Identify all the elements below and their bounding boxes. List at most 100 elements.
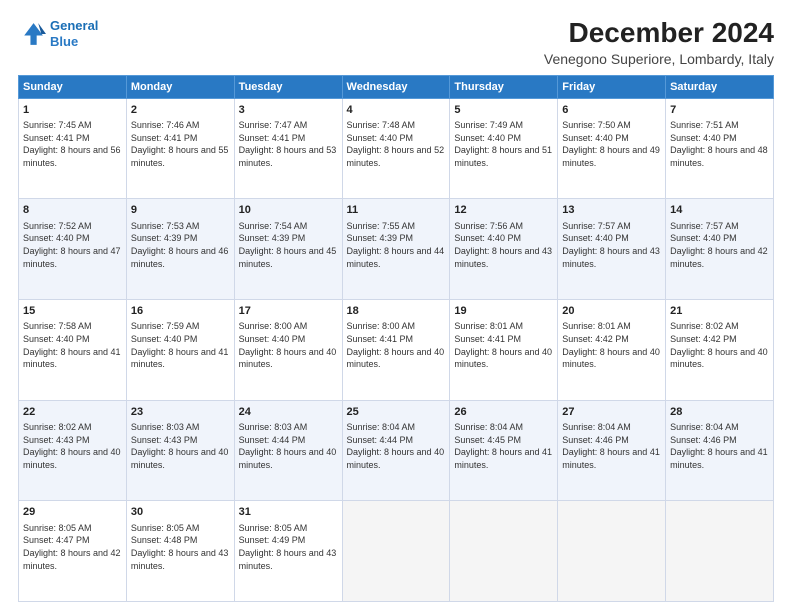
sunrise-label: Sunrise: 8:04 AM bbox=[562, 422, 631, 432]
day-number: 25 bbox=[347, 405, 446, 420]
sunrise-label: Sunrise: 7:49 AM bbox=[454, 120, 523, 130]
sunset-label: Sunset: 4:40 PM bbox=[239, 334, 306, 344]
day-number: 23 bbox=[131, 405, 230, 420]
page: General Blue December 2024 Venegono Supe… bbox=[0, 0, 792, 612]
col-friday: Friday bbox=[558, 75, 666, 98]
table-row: 19 Sunrise: 8:01 AM Sunset: 4:41 PM Dayl… bbox=[450, 300, 558, 401]
day-number: 27 bbox=[562, 405, 661, 420]
sunset-label: Sunset: 4:48 PM bbox=[131, 535, 198, 545]
sunrise-label: Sunrise: 8:03 AM bbox=[131, 422, 200, 432]
sunrise-label: Sunrise: 8:05 AM bbox=[239, 523, 308, 533]
sunrise-label: Sunrise: 7:54 AM bbox=[239, 221, 308, 231]
table-row: 22 Sunrise: 8:02 AM Sunset: 4:43 PM Dayl… bbox=[19, 400, 127, 501]
daylight-label: Daylight: 8 hours and 52 minutes. bbox=[347, 145, 445, 168]
table-row bbox=[450, 501, 558, 602]
logo-icon bbox=[18, 20, 46, 48]
sunset-label: Sunset: 4:41 PM bbox=[23, 133, 90, 143]
sunrise-label: Sunrise: 8:00 AM bbox=[239, 321, 308, 331]
day-number: 20 bbox=[562, 304, 661, 319]
table-row bbox=[342, 501, 450, 602]
daylight-label: Daylight: 8 hours and 45 minutes. bbox=[239, 246, 337, 269]
daylight-label: Daylight: 8 hours and 49 minutes. bbox=[562, 145, 660, 168]
sunrise-label: Sunrise: 7:46 AM bbox=[131, 120, 200, 130]
sunset-label: Sunset: 4:40 PM bbox=[347, 133, 414, 143]
sunrise-label: Sunrise: 8:01 AM bbox=[454, 321, 523, 331]
sunset-label: Sunset: 4:39 PM bbox=[347, 233, 414, 243]
day-number: 21 bbox=[670, 304, 769, 319]
sunset-label: Sunset: 4:39 PM bbox=[239, 233, 306, 243]
col-saturday: Saturday bbox=[666, 75, 774, 98]
day-number: 19 bbox=[454, 304, 553, 319]
table-row: 28 Sunrise: 8:04 AM Sunset: 4:46 PM Dayl… bbox=[666, 400, 774, 501]
sunrise-label: Sunrise: 7:45 AM bbox=[23, 120, 92, 130]
sunset-label: Sunset: 4:40 PM bbox=[23, 233, 90, 243]
sunset-label: Sunset: 4:40 PM bbox=[23, 334, 90, 344]
table-row bbox=[666, 501, 774, 602]
daylight-label: Daylight: 8 hours and 42 minutes. bbox=[23, 548, 121, 571]
sunrise-label: Sunrise: 8:04 AM bbox=[670, 422, 739, 432]
daylight-label: Daylight: 8 hours and 43 minutes. bbox=[131, 548, 229, 571]
day-number: 9 bbox=[131, 203, 230, 218]
sunset-label: Sunset: 4:46 PM bbox=[562, 435, 629, 445]
sunset-label: Sunset: 4:41 PM bbox=[347, 334, 414, 344]
day-number: 3 bbox=[239, 103, 338, 118]
daylight-label: Daylight: 8 hours and 41 minutes. bbox=[23, 347, 121, 370]
daylight-label: Daylight: 8 hours and 41 minutes. bbox=[131, 347, 229, 370]
table-row: 17 Sunrise: 8:00 AM Sunset: 4:40 PM Dayl… bbox=[234, 300, 342, 401]
day-number: 22 bbox=[23, 405, 122, 420]
daylight-label: Daylight: 8 hours and 40 minutes. bbox=[454, 347, 552, 370]
sunrise-label: Sunrise: 7:50 AM bbox=[562, 120, 631, 130]
day-number: 13 bbox=[562, 203, 661, 218]
daylight-label: Daylight: 8 hours and 43 minutes. bbox=[239, 548, 337, 571]
sunrise-label: Sunrise: 8:00 AM bbox=[347, 321, 416, 331]
sunrise-label: Sunrise: 7:53 AM bbox=[131, 221, 200, 231]
day-number: 1 bbox=[23, 103, 122, 118]
sunset-label: Sunset: 4:43 PM bbox=[23, 435, 90, 445]
table-row: 7 Sunrise: 7:51 AM Sunset: 4:40 PM Dayli… bbox=[666, 98, 774, 199]
day-number: 14 bbox=[670, 203, 769, 218]
daylight-label: Daylight: 8 hours and 43 minutes. bbox=[454, 246, 552, 269]
logo-text: General Blue bbox=[50, 18, 98, 49]
logo-blue: Blue bbox=[50, 34, 78, 49]
daylight-label: Daylight: 8 hours and 40 minutes. bbox=[131, 447, 229, 470]
daylight-label: Daylight: 8 hours and 41 minutes. bbox=[670, 447, 768, 470]
daylight-label: Daylight: 8 hours and 41 minutes. bbox=[562, 447, 660, 470]
table-row: 16 Sunrise: 7:59 AM Sunset: 4:40 PM Dayl… bbox=[126, 300, 234, 401]
table-row: 3 Sunrise: 7:47 AM Sunset: 4:41 PM Dayli… bbox=[234, 98, 342, 199]
sunrise-label: Sunrise: 8:05 AM bbox=[23, 523, 92, 533]
sunset-label: Sunset: 4:41 PM bbox=[131, 133, 198, 143]
day-number: 30 bbox=[131, 505, 230, 520]
sunset-label: Sunset: 4:40 PM bbox=[454, 233, 521, 243]
daylight-label: Daylight: 8 hours and 40 minutes. bbox=[347, 447, 445, 470]
table-row: 9 Sunrise: 7:53 AM Sunset: 4:39 PM Dayli… bbox=[126, 199, 234, 300]
daylight-label: Daylight: 8 hours and 41 minutes. bbox=[454, 447, 552, 470]
daylight-label: Daylight: 8 hours and 53 minutes. bbox=[239, 145, 337, 168]
sunrise-label: Sunrise: 7:52 AM bbox=[23, 221, 92, 231]
logo-general: General bbox=[50, 18, 98, 33]
sunset-label: Sunset: 4:46 PM bbox=[670, 435, 737, 445]
table-row: 12 Sunrise: 7:56 AM Sunset: 4:40 PM Dayl… bbox=[450, 199, 558, 300]
calendar-table: Sunday Monday Tuesday Wednesday Thursday… bbox=[18, 75, 774, 602]
table-row: 30 Sunrise: 8:05 AM Sunset: 4:48 PM Dayl… bbox=[126, 501, 234, 602]
daylight-label: Daylight: 8 hours and 40 minutes. bbox=[239, 347, 337, 370]
calendar-subtitle: Venegono Superiore, Lombardy, Italy bbox=[544, 51, 774, 67]
sunrise-label: Sunrise: 7:57 AM bbox=[562, 221, 631, 231]
daylight-label: Daylight: 8 hours and 40 minutes. bbox=[562, 347, 660, 370]
sunrise-label: Sunrise: 7:58 AM bbox=[23, 321, 92, 331]
daylight-label: Daylight: 8 hours and 55 minutes. bbox=[131, 145, 229, 168]
table-row: 5 Sunrise: 7:49 AM Sunset: 4:40 PM Dayli… bbox=[450, 98, 558, 199]
daylight-label: Daylight: 8 hours and 51 minutes. bbox=[454, 145, 552, 168]
daylight-label: Daylight: 8 hours and 56 minutes. bbox=[23, 145, 121, 168]
table-row: 4 Sunrise: 7:48 AM Sunset: 4:40 PM Dayli… bbox=[342, 98, 450, 199]
daylight-label: Daylight: 8 hours and 42 minutes. bbox=[670, 246, 768, 269]
sunset-label: Sunset: 4:40 PM bbox=[454, 133, 521, 143]
sunset-label: Sunset: 4:40 PM bbox=[670, 133, 737, 143]
day-number: 10 bbox=[239, 203, 338, 218]
sunset-label: Sunset: 4:40 PM bbox=[562, 233, 629, 243]
day-number: 28 bbox=[670, 405, 769, 420]
sunrise-label: Sunrise: 7:47 AM bbox=[239, 120, 308, 130]
day-number: 16 bbox=[131, 304, 230, 319]
calendar-row: 8 Sunrise: 7:52 AM Sunset: 4:40 PM Dayli… bbox=[19, 199, 774, 300]
day-number: 17 bbox=[239, 304, 338, 319]
table-row: 15 Sunrise: 7:58 AM Sunset: 4:40 PM Dayl… bbox=[19, 300, 127, 401]
